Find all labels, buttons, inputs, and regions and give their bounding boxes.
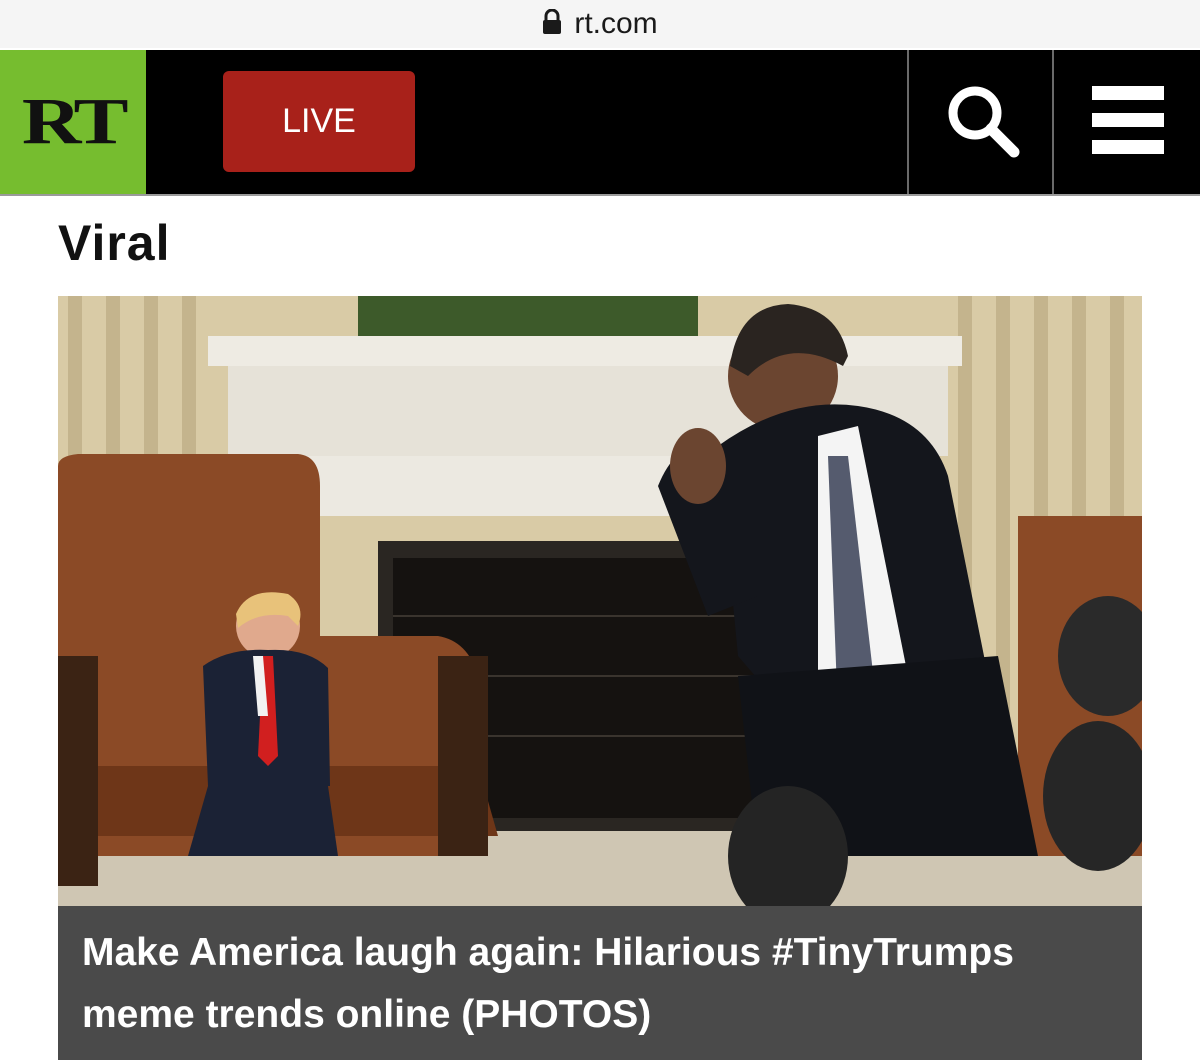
search-icon	[944, 82, 1020, 163]
nav-divider	[1052, 50, 1054, 194]
live-button[interactable]: LIVE	[223, 71, 415, 172]
lock-icon	[542, 8, 562, 40]
article-photo[interactable]	[58, 296, 1142, 906]
article-caption[interactable]: Make America laugh again: Hilarious #Tin…	[58, 906, 1142, 1060]
article-card[interactable]: Make America laugh again: Hilarious #Tin…	[58, 296, 1142, 1060]
rt-logo[interactable]: RT	[0, 50, 146, 194]
article-headline[interactable]: Make America laugh again: Hilarious #Tin…	[82, 922, 1118, 1046]
browser-address-bar[interactable]: rt.com	[0, 0, 1200, 48]
logo-text: RT	[22, 85, 129, 158]
nav-divider	[907, 50, 909, 194]
section-title[interactable]: Viral	[58, 214, 171, 272]
site-header: RT LIVE	[0, 50, 1200, 196]
search-button[interactable]	[910, 50, 1053, 194]
address-url[interactable]: rt.com	[574, 7, 657, 41]
menu-button[interactable]	[1055, 50, 1200, 194]
hamburger-menu-icon	[1091, 85, 1164, 159]
